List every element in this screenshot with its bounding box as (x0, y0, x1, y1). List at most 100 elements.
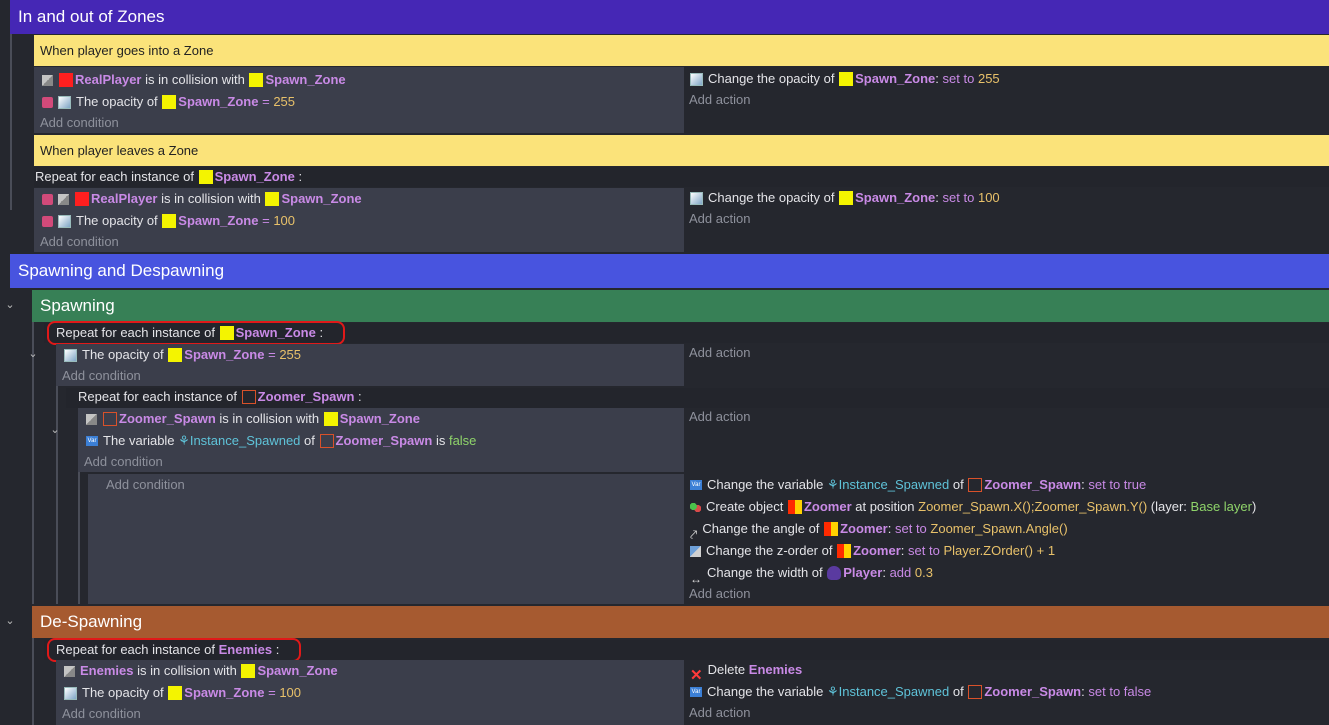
zoomer-spawn-thumbnail (968, 685, 983, 699)
group-spawning-and-despawning[interactable]: Spawning and Despawning (10, 254, 1329, 288)
object-name: Spawn_Zone (855, 190, 936, 205)
object-name: Spawn_Zone (281, 191, 362, 206)
condition-text: The variable (103, 433, 175, 448)
colon: : (935, 71, 939, 86)
action-change-width[interactable]: ↔ Change the width of Player: add 0.3 (690, 562, 933, 586)
variable-icon: Var (86, 436, 98, 446)
add-action-link[interactable]: Add action (689, 583, 750, 605)
condition-text: The opacity of (82, 347, 164, 362)
repeat-text: Repeat for each instance of (78, 389, 237, 404)
operator: set to (894, 521, 927, 536)
variable-icon: ⚘ (178, 433, 190, 448)
group-title: In and out of Zones (18, 7, 165, 26)
condition-text: The opacity of (76, 94, 158, 109)
chevron-down-icon[interactable]: ⌄ (4, 614, 16, 627)
add-condition-link[interactable]: Add condition (106, 474, 185, 496)
action-text: at position (855, 499, 915, 514)
action-change-angle[interactable]: ⤤ Change the angle of Zoomer: set to Zoo… (690, 518, 1068, 542)
operator: add (889, 565, 912, 580)
action-change-zorder[interactable]: Change the z-order of Zoomer: set to Pla… (690, 540, 1055, 562)
condition-collision[interactable]: RealPlayer is in collision with Spawn_Zo… (42, 69, 346, 91)
object-name: RealPlayer (91, 191, 158, 206)
colon: : (882, 565, 886, 580)
action-change-variable[interactable]: Var Change the variable ⚘ Instance_Spawn… (690, 474, 1146, 496)
add-condition-link[interactable]: Add condition (84, 451, 163, 473)
realplayer-thumbnail (59, 73, 73, 87)
condition-text: is in collision with (219, 411, 320, 426)
spawn-zone-thumbnail (168, 348, 183, 362)
object-name: Spawn_Zone (339, 411, 420, 426)
condition-collision[interactable]: Enemies is in collision with Spawn_Zone (64, 660, 338, 682)
chevron-down-icon[interactable]: ⌄ (27, 347, 39, 360)
add-condition-link[interactable]: Add condition (40, 112, 119, 134)
condition-opacity[interactable]: The opacity of Spawn_Zone = 100 (42, 210, 295, 232)
operator: = (262, 94, 270, 109)
group-in-and-out-of-zones[interactable]: In and out of Zones (10, 0, 1329, 34)
add-condition-link[interactable]: Add condition (40, 231, 119, 253)
condition-collision[interactable]: RealPlayer is in collision with Spawn_Zo… (42, 188, 362, 210)
condition-text: The opacity of (76, 213, 158, 228)
object-name: Spawn_Zone (178, 213, 259, 228)
object-name: Zoomer_Spawn (984, 477, 1082, 492)
add-condition-link[interactable]: Add condition (62, 365, 141, 387)
add-action-link[interactable]: Add action (689, 702, 750, 724)
value: 0.3 (914, 565, 933, 580)
invert-icon (42, 215, 53, 227)
delete-icon: ✕ (690, 666, 703, 684)
invert-icon (42, 193, 53, 205)
variable-icon: Var (690, 480, 702, 490)
action-text: Create object (706, 499, 784, 514)
action-create-object[interactable]: Create object Zoomer at position Zoomer_… (690, 496, 1256, 518)
condition-opacity[interactable]: The opacity of Spawn_Zone = 255 (64, 344, 301, 366)
nested-indent (88, 474, 100, 604)
object-name: Spawn_Zone (265, 72, 346, 87)
condition-text: is in collision with (161, 191, 261, 206)
z-order-icon (690, 545, 701, 557)
repeat-for-each-label[interactable]: Repeat for each instance of Zoomer_Spawn… (78, 387, 362, 407)
chevron-down-icon[interactable]: ⌄ (4, 298, 16, 311)
operator: = (268, 347, 276, 362)
chevron-down-icon[interactable]: ⌄ (49, 423, 61, 436)
collision-icon (86, 413, 97, 425)
condition-text: of (304, 433, 315, 448)
zoomer-spawn-thumbnail (103, 412, 117, 426)
variable-name: Instance_Spawned (838, 684, 950, 699)
action-text: of (952, 684, 964, 699)
action-delete[interactable]: ✕ Delete Enemies (690, 659, 803, 684)
event-actions (686, 344, 1329, 386)
group-de-spawning[interactable]: De-Spawning (32, 606, 1329, 638)
condition-opacity[interactable]: The opacity of Spawn_Zone = 100 (64, 682, 301, 704)
collision-icon (58, 193, 69, 205)
condition-text: is in collision with (145, 72, 245, 87)
zoomer-thumbnail (837, 544, 852, 558)
condition-opacity[interactable]: The opacity of Spawn_Zone = 255 (42, 91, 295, 113)
value: 255 (273, 94, 296, 109)
action-change-opacity[interactable]: Change the opacity of Spawn_Zone: set to… (690, 187, 1000, 209)
action-change-opacity[interactable]: Change the opacity of Spawn_Zone: set to… (690, 68, 1000, 90)
action-text: Change the opacity of (708, 190, 835, 205)
value: true (1123, 477, 1147, 492)
tree-line (78, 472, 80, 604)
value: 255 (977, 71, 1000, 86)
add-action-link[interactable]: Add action (689, 208, 750, 230)
repeat-for-each-label[interactable]: Repeat for each instance of Spawn_Zone : (35, 167, 302, 187)
condition-variable[interactable]: Var The variable ⚘ Instance_Spawned of Z… (86, 430, 476, 452)
angle-icon: ⤤ (690, 526, 698, 542)
add-action-link[interactable]: Add action (689, 89, 750, 111)
object-name: Enemies (80, 663, 134, 678)
add-condition-link[interactable]: Add condition (62, 703, 141, 725)
comment-goes-into-zone[interactable]: When player goes into a Zone (34, 35, 1329, 66)
condition-collision[interactable]: Zoomer_Spawn is in collision with Spawn_… (86, 408, 420, 430)
object-name: Player (843, 565, 883, 580)
spawn-zone-thumbnail (249, 73, 264, 87)
group-spawning[interactable]: Spawning (32, 290, 1329, 322)
action-change-variable[interactable]: Var Change the variable ⚘ Instance_Spawn… (690, 681, 1151, 703)
variable-icon: ⚘ (826, 684, 839, 699)
comment-leaves-zone[interactable]: When player leaves a Zone (34, 135, 1329, 166)
tree-line (10, 34, 12, 210)
add-action-link[interactable]: Add action (689, 406, 750, 428)
condition-text: is (435, 433, 446, 448)
colon: : (887, 521, 892, 536)
add-action-link[interactable]: Add action (689, 342, 750, 364)
object-name: Enemies (748, 662, 803, 677)
